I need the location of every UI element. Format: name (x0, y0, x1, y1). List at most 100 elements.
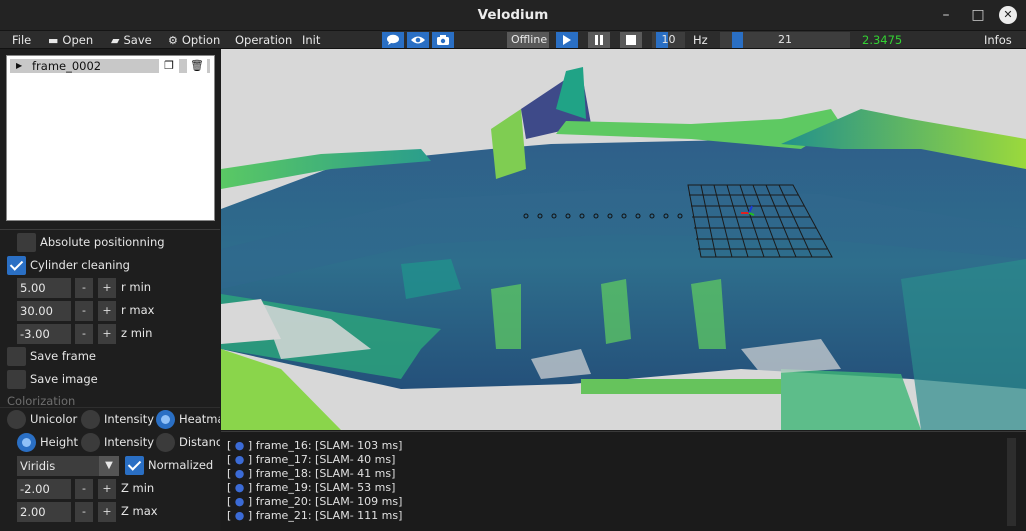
menu-option[interactable]: ⚙ Option (168, 32, 220, 48)
menu-init[interactable]: Init (302, 32, 320, 48)
save-image-row: Save image (0, 369, 220, 391)
cylinder-cleaning-row: Cylinder cleaning (0, 255, 220, 277)
status-dot-icon: ● (234, 467, 245, 480)
point-cloud-render (221, 67, 1026, 430)
frame-list[interactable]: ▶ frame_0002 ❐ 🗑 (6, 55, 215, 221)
r-min-increment-button[interactable]: + (98, 278, 116, 298)
menu-open-label: Open (62, 33, 94, 47)
trash-icon[interactable]: 🗑 (187, 59, 207, 73)
copy-icon[interactable]: ❐ (159, 59, 179, 73)
divider (0, 229, 220, 230)
save-frame-label: Save frame (30, 349, 96, 363)
menu-file[interactable]: File (12, 32, 31, 48)
post-2 (601, 279, 631, 344)
colorization-z-max-input[interactable]: 2.00 (17, 502, 71, 522)
radio-intensity[interactable] (81, 410, 100, 429)
chat-icon[interactable] (382, 32, 404, 48)
expand-arrow-icon[interactable]: ▶ (16, 59, 22, 73)
radio-unicolor-label: Unicolor (30, 412, 78, 426)
radio-heatmap[interactable] (156, 410, 175, 429)
gear-icon: ⚙ (168, 34, 178, 47)
z-min-input[interactable]: -3.00 (17, 324, 71, 344)
pause-icon[interactable] (588, 32, 610, 48)
z-min-decrement-button[interactable]: - (75, 324, 93, 344)
log-text: [SLAM- 103 ms] (315, 439, 403, 452)
maximize-icon[interactable]: □ (967, 4, 989, 26)
log-text: [SLAM- 53 ms] (315, 481, 396, 494)
frame-slider[interactable]: 21 (720, 32, 850, 48)
radio-distance[interactable] (156, 433, 175, 452)
menu-open[interactable]: ▬ Open (48, 32, 93, 48)
colorization-z-max-label: Z max (121, 504, 158, 518)
list-item: [ ● ] frame_20: [SLAM- 109 ms] (227, 495, 403, 508)
menu-option-label: Option (181, 33, 221, 47)
colorization-z-max-increment-button[interactable]: + (98, 502, 116, 522)
colorization-z-min-input[interactable]: -2.00 (17, 479, 71, 499)
r-min-input[interactable]: 5.00 (17, 278, 71, 298)
console-log[interactable]: [ ● ] frame_16: [SLAM- 103 ms] [ ● ] fra… (221, 431, 1026, 531)
stop-icon[interactable] (620, 32, 642, 48)
status-dot-icon: ● (234, 453, 245, 466)
title-bar: Velodium – □ ✕ (0, 0, 1026, 31)
divider (0, 407, 220, 408)
status-dot-icon: ● (234, 439, 245, 452)
z-min-row: -3.00 - + z min (0, 323, 220, 345)
list-item: [ ● ] frame_18: [SLAM- 41 ms] (227, 467, 396, 480)
r-max-row: 30.00 - + r max (0, 300, 220, 322)
list-item: [ ● ] frame_17: [SLAM- 40 ms] (227, 453, 396, 466)
save-frame-checkbox[interactable] (7, 347, 26, 366)
r-min-decrement-button[interactable]: - (75, 278, 93, 298)
colormap-value: Viridis (20, 459, 56, 473)
colorization-z-min-label: Z min (121, 481, 155, 495)
save-image-checkbox[interactable] (7, 370, 26, 389)
colorization-z-max-row: 2.00 - + Z max (0, 501, 220, 523)
left-panel: ▶ frame_0002 ❐ 🗑 Absolute positionning C… (0, 49, 220, 531)
vegetation-bottom-right (781, 369, 921, 430)
list-item: [ ● ] frame_16: [SLAM- 103 ms] (227, 439, 403, 452)
absolute-positioning-checkbox[interactable] (17, 233, 36, 252)
hz-input[interactable]: 10 (652, 32, 685, 48)
camera-icon[interactable] (432, 32, 454, 48)
console-scrollbar[interactable] (1007, 438, 1016, 526)
hz-label: Hz (693, 33, 708, 47)
offline-toggle[interactable]: Offline (507, 32, 549, 48)
radio-unicolor[interactable] (7, 410, 26, 429)
colorization-z-max-decrement-button[interactable]: - (75, 502, 93, 522)
list-item: [ ● ] frame_19: [SLAM- 53 ms] (227, 481, 396, 494)
status-dot-icon: ● (234, 509, 245, 522)
wall-bottom (581, 379, 781, 394)
frame-slider-handle[interactable] (732, 32, 743, 48)
log-frame: frame_19 (255, 481, 308, 494)
r-max-input[interactable]: 30.00 (17, 301, 71, 321)
log-text: [SLAM- 111 ms] (315, 509, 403, 522)
r-max-decrement-button[interactable]: - (75, 301, 93, 321)
menu-save-label: Save (123, 33, 152, 47)
cylinder-cleaning-checkbox[interactable] (7, 256, 26, 275)
log-text: [SLAM- 41 ms] (315, 467, 396, 480)
radio-height[interactable] (17, 433, 36, 452)
normalized-checkbox[interactable] (125, 456, 144, 475)
z-min-increment-button[interactable]: + (98, 324, 116, 344)
menu-save[interactable]: ▰ Save (111, 32, 152, 48)
colorization-z-min-increment-button[interactable]: + (98, 479, 116, 499)
r-max-increment-button[interactable]: + (98, 301, 116, 321)
list-item[interactable]: ▶ frame_0002 ❐ 🗑 (10, 59, 210, 73)
radio-heatmap-intensity[interactable] (81, 433, 100, 452)
menu-infos[interactable]: Infos (984, 32, 1012, 48)
normalized-label: Normalized (148, 458, 214, 472)
eye-icon[interactable] (407, 32, 429, 48)
point-cloud-viewport[interactable] (221, 49, 1026, 430)
folder-open-icon: ▬ (48, 34, 59, 47)
ground-right (901, 259, 1026, 430)
menu-operation[interactable]: Operation (235, 32, 292, 48)
colormap-select[interactable]: Viridis ▼ (17, 456, 119, 476)
colorization-z-min-decrement-button[interactable]: - (75, 479, 93, 499)
close-icon[interactable]: ✕ (999, 6, 1017, 24)
log-frame: frame_18 (255, 467, 308, 480)
radio-distance-label: Distance (179, 435, 220, 449)
save-frame-row: Save frame (0, 346, 220, 368)
play-icon[interactable] (556, 32, 578, 48)
minimize-icon[interactable]: – (935, 4, 957, 26)
chevron-down-icon[interactable]: ▼ (99, 456, 119, 476)
r-min-label: r min (121, 280, 152, 294)
